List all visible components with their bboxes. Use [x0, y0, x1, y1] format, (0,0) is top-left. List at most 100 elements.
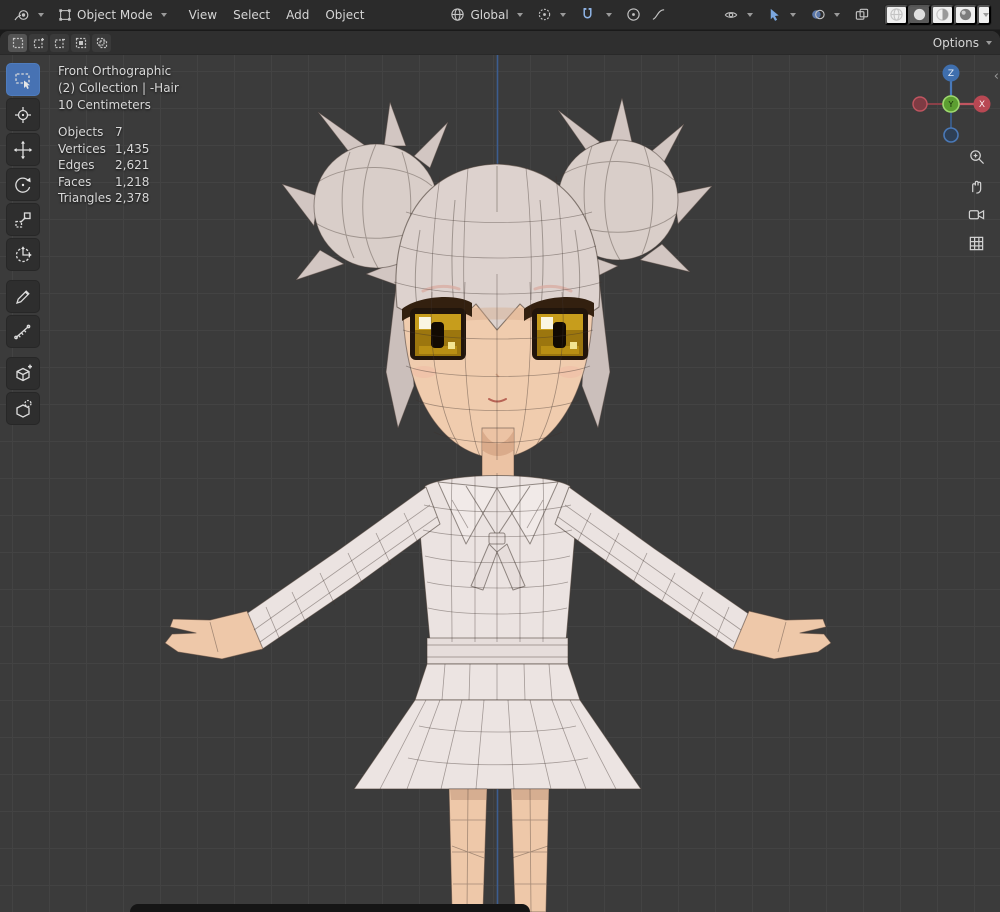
menu-select[interactable]: Select — [225, 5, 278, 25]
grid-scale: 10 Centimeters — [58, 98, 151, 112]
gizmo-axis-x-negative[interactable] — [912, 96, 928, 112]
blender-window: { "header": { "mode_label": "Object Mode… — [0, 0, 1000, 912]
stat-label: Objects — [58, 125, 104, 139]
blender-logo-icon — [14, 9, 29, 20]
gizmo-z-label: Z — [948, 69, 954, 79]
chevron-down-icon — [747, 12, 753, 17]
active-collection: (2) Collection | -Hair — [58, 81, 179, 95]
tool-annotate[interactable] — [6, 280, 40, 313]
proportional-falloff-dropdown[interactable] — [649, 4, 672, 25]
camera-view-button[interactable] — [963, 201, 989, 227]
select-mode-intersect-button[interactable] — [92, 33, 111, 52]
shading-mode-group — [884, 3, 992, 26]
shirt — [418, 475, 577, 643]
pivot-point-icon — [538, 8, 550, 21]
menu-object[interactable]: Object — [317, 5, 372, 25]
tool-rotate[interactable] — [6, 168, 40, 201]
menu-view[interactable]: View — [181, 5, 225, 25]
shading-solid-button[interactable] — [908, 4, 931, 25]
stat-label: Triangles — [58, 191, 112, 205]
viewport-header: Object Mode View Select Add Object Globa… — [0, 0, 1000, 30]
gizmo-axis-z-negative[interactable] — [943, 127, 959, 143]
select-mode-extend-button[interactable] — [29, 33, 48, 52]
grid-icon — [969, 236, 983, 250]
stat-label: Faces — [58, 174, 92, 189]
tool-settings-bar: Options — [0, 31, 1000, 55]
stat-value: 7 — [115, 125, 123, 139]
orientation-label: Global — [470, 7, 509, 22]
scene-statistics: Objects 7 Vertices 1,435 Edges 2,621 Faces 1… — [58, 124, 179, 207]
tool-select-box[interactable] — [6, 63, 40, 96]
skirt — [353, 663, 642, 790]
gizmo-cursor-icon — [770, 8, 779, 21]
xray-icon — [855, 8, 869, 20]
solid-sphere-icon — [913, 8, 926, 21]
tool-cursor[interactable] — [6, 98, 40, 131]
overlays-toggle[interactable] — [804, 4, 846, 25]
pivot-point-selector[interactable] — [531, 4, 572, 25]
select-mode-subtract-button[interactable] — [50, 33, 69, 52]
waistband — [426, 637, 569, 665]
transform-orientation-selector[interactable]: Global — [444, 4, 528, 25]
snap-settings-dropdown[interactable] — [603, 10, 618, 20]
viewport-3d[interactable]: Front Orthographic (2) Collection | -Hai… — [0, 55, 1000, 912]
proportional-editing-icon — [627, 8, 640, 21]
gizmo-x-label: X — [979, 100, 985, 110]
chevron-down-icon — [38, 12, 44, 17]
stat-value: 1,435 — [115, 141, 150, 156]
pan-button[interactable] — [963, 172, 989, 198]
tool-transform[interactable] — [6, 238, 40, 271]
chevron-down-icon — [982, 12, 989, 17]
editor-type-selector[interactable] — [8, 5, 50, 25]
wireframe-sphere-icon — [890, 8, 903, 21]
shading-rendered-button[interactable] — [954, 4, 977, 25]
select-mode-set-button[interactable] — [8, 33, 27, 52]
tool-move[interactable] — [6, 133, 40, 166]
sidebar-collapse-arrow[interactable]: ‹ — [994, 69, 999, 84]
shading-dropdown[interactable] — [977, 4, 991, 25]
menu-add[interactable]: Add — [278, 5, 317, 25]
tool-scale[interactable] — [6, 203, 40, 236]
chevron-down-icon — [834, 12, 840, 17]
orientation-globe-icon — [451, 8, 465, 21]
stat-label: Edges — [58, 158, 95, 172]
chevron-down-icon — [790, 12, 796, 17]
mode-label: Object Mode — [77, 7, 153, 22]
shading-material-button[interactable] — [931, 4, 954, 25]
material-sphere-icon — [936, 8, 949, 21]
snap-toggle[interactable] — [574, 4, 601, 25]
eye-icon — [724, 11, 738, 18]
stat-value: 2,621 — [115, 158, 150, 172]
viewport-overlay-text: Front Orthographic (2) Collection | -Hai… — [58, 63, 179, 207]
chevron-down-icon — [605, 12, 612, 17]
stat-value: 2,378 — [115, 191, 150, 205]
tool-mesh-primitive[interactable] — [6, 392, 40, 425]
shading-wireframe-button[interactable] — [885, 4, 908, 25]
chevron-down-icon — [559, 12, 566, 17]
visibility-dropdown[interactable] — [717, 5, 759, 25]
options-label: Options — [932, 35, 979, 50]
chevron-down-icon — [160, 12, 167, 17]
navigation-gizmo[interactable]: Z X Y — [908, 61, 994, 147]
zoom-button[interactable] — [963, 143, 989, 169]
stat-value: 1,218 — [115, 174, 150, 189]
viewport-display-controls — [717, 3, 992, 26]
toggle-perspective-button[interactable] — [963, 230, 989, 256]
select-mode-invert-button[interactable] — [71, 33, 90, 52]
sleeve-right — [554, 486, 750, 651]
xray-toggle[interactable] — [848, 4, 876, 25]
gizmo-y-label: Y — [948, 100, 954, 109]
tool-add-cube[interactable] — [6, 357, 40, 390]
falloff-curve-icon — [652, 9, 664, 20]
overlays-icon — [812, 9, 825, 20]
view-name: Front Orthographic — [58, 64, 172, 78]
object-mode-icon — [59, 8, 71, 21]
gizmos-toggle[interactable] — [761, 4, 802, 25]
menu-bar: View Select Add Object — [181, 5, 373, 25]
proportional-editing-toggle[interactable] — [620, 4, 647, 25]
options-dropdown[interactable]: Options — [933, 36, 992, 50]
mode-selector[interactable]: Object Mode — [52, 5, 173, 25]
tool-measure[interactable] — [6, 315, 40, 348]
hand-icon — [971, 180, 981, 194]
rendered-sphere-icon — [959, 8, 972, 21]
